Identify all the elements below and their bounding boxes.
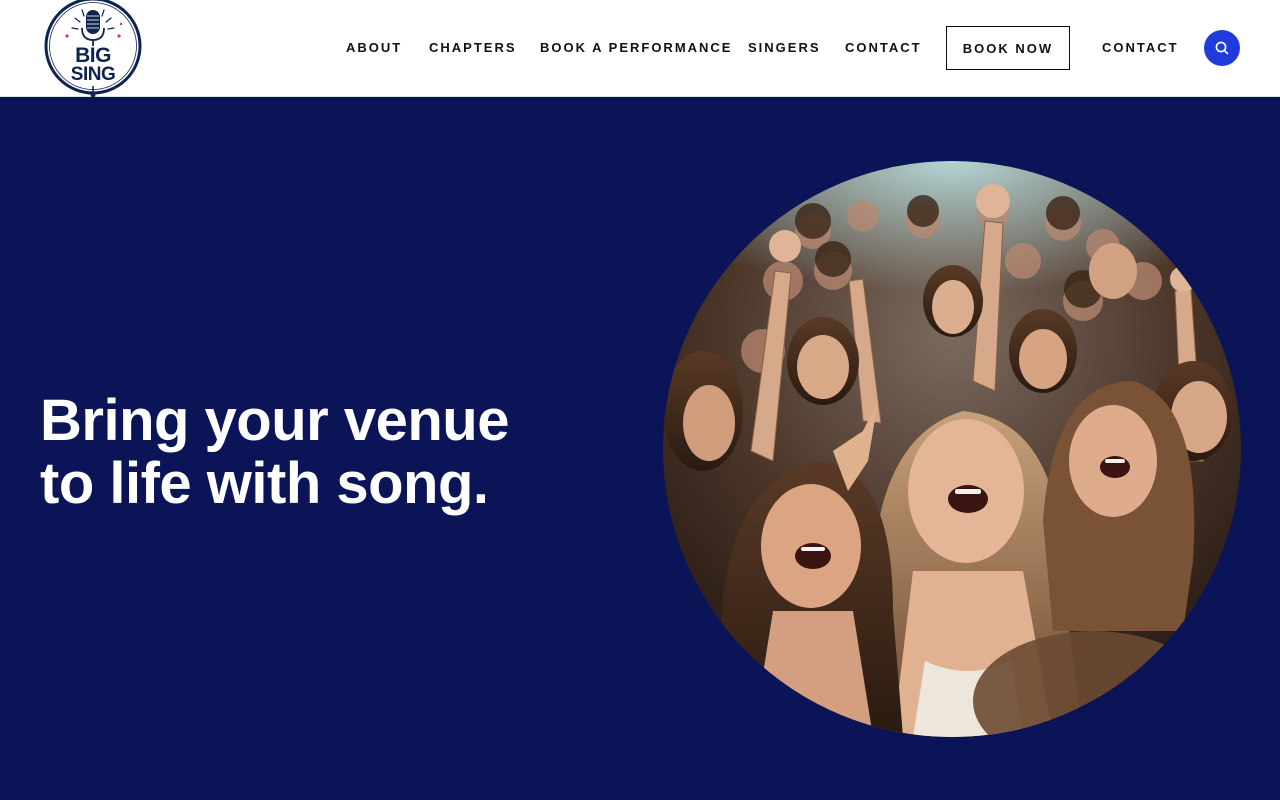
hero-section: Bring your venue to life with song. xyxy=(0,97,1280,800)
nav-item-book-a-performance[interactable]: BOOK A PERFORMANCE xyxy=(540,40,732,55)
hero-headline-line-1: Bring your venue xyxy=(40,388,509,453)
hero-headline-line-2: to life with song. xyxy=(40,451,489,516)
nav-item-contact[interactable]: CONTACT xyxy=(845,40,922,55)
search-icon xyxy=(1215,41,1229,55)
big-sing-logo[interactable]: BIG SING xyxy=(42,0,144,98)
logo-text-big: BIG xyxy=(75,44,111,67)
logo-text-sing: SING xyxy=(70,64,116,85)
hero-photo-illustration xyxy=(663,161,1241,737)
nav-item-chapters[interactable]: CHAPTERS xyxy=(429,40,517,55)
nav-item-about[interactable]: ABOUT xyxy=(346,40,402,55)
crowd-singing-photo xyxy=(663,161,1241,737)
book-now-button[interactable]: BOOK NOW xyxy=(946,26,1070,70)
nav-item-singers[interactable]: SINGERS xyxy=(748,40,821,55)
site-header: BIG SING ABOUT CHAPTERS BOOK A PERFORMAN… xyxy=(0,0,1280,98)
search-button[interactable] xyxy=(1204,30,1240,66)
contact-link[interactable]: CONTACT xyxy=(1102,40,1179,55)
hero-headline: Bring your venue to life with song. xyxy=(40,389,600,515)
